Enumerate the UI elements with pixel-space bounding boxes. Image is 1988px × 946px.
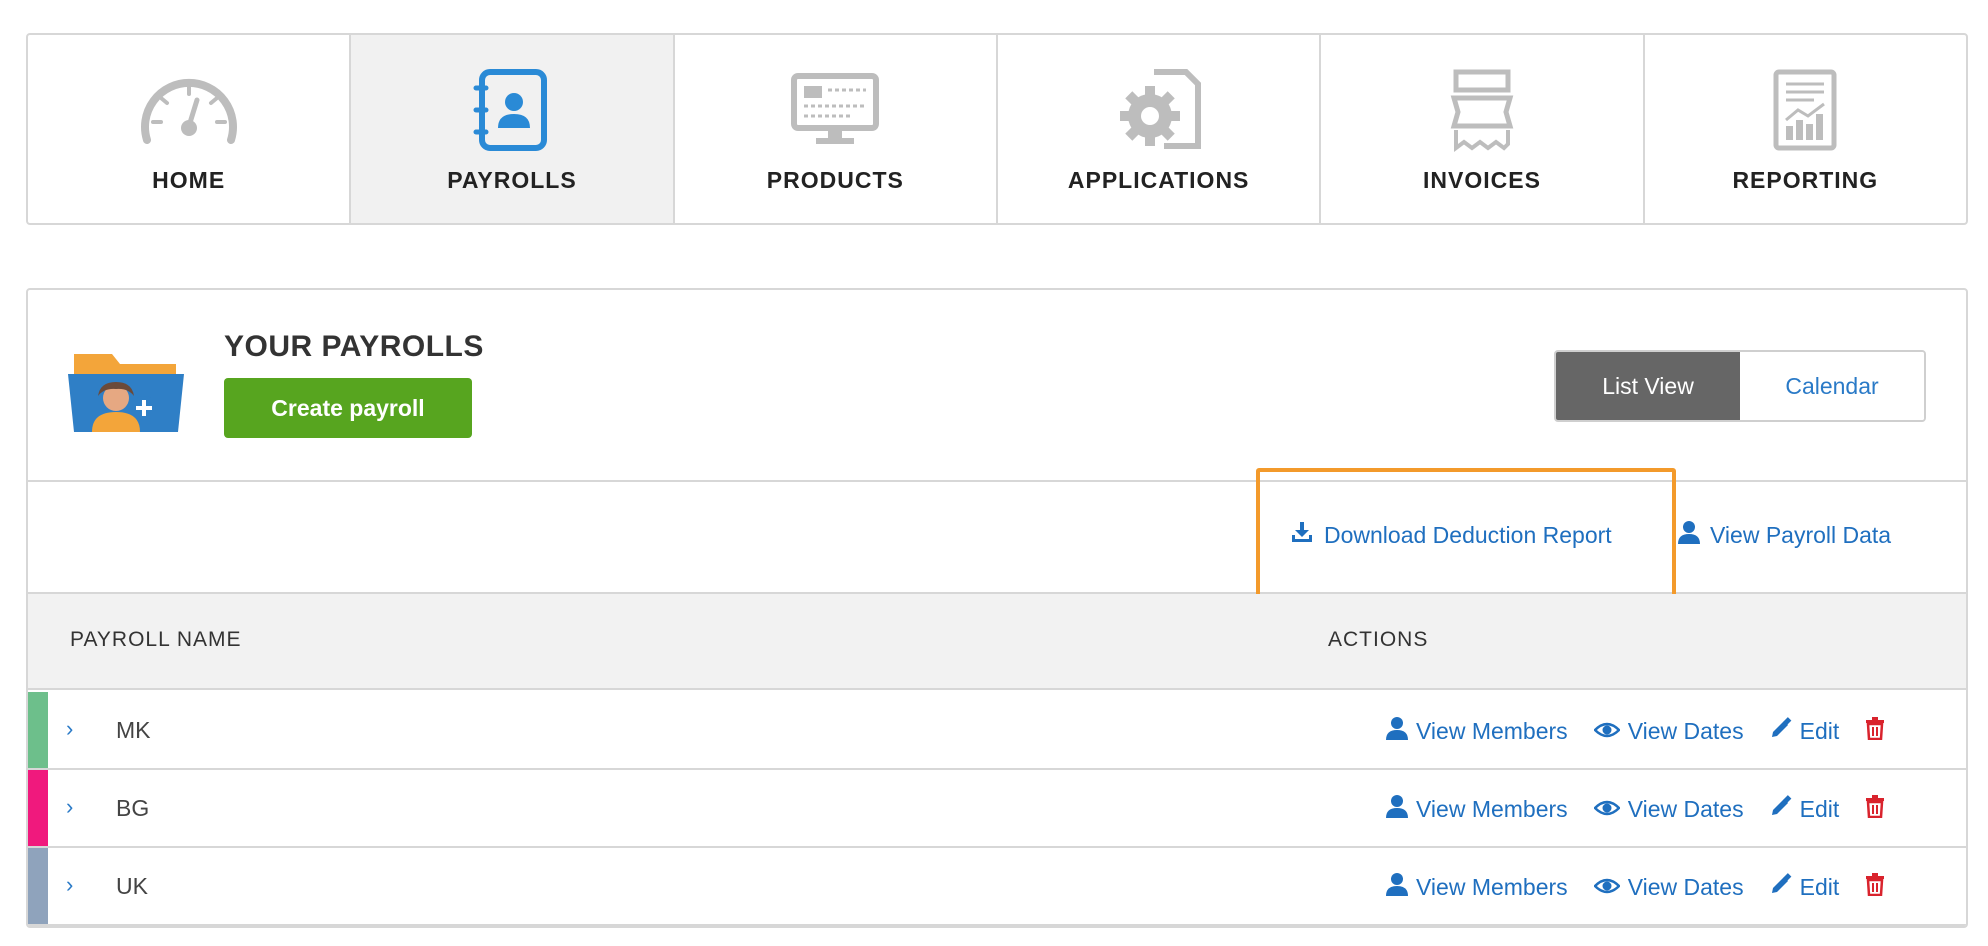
table-header: PAYROLL NAME ACTIONS	[28, 594, 1966, 690]
panel-header: YOUR PAYROLLS Create payroll List View C…	[28, 290, 1966, 482]
pencil-icon	[1770, 873, 1792, 901]
trash-icon	[1865, 794, 1885, 824]
view-dates-label: View Dates	[1627, 873, 1744, 900]
trash-icon	[1865, 872, 1885, 902]
pencil-icon	[1770, 717, 1792, 745]
contacts-book-icon	[457, 65, 567, 155]
payroll-name: BG	[116, 795, 150, 821]
folder-user-add-icon	[68, 348, 184, 438]
row-color-tag	[28, 848, 48, 924]
list-view-button[interactable]: List View	[1556, 352, 1740, 420]
nav-tile-applications[interactable]: APPLICATIONS	[998, 35, 1322, 223]
table-row: › MK View Members View Dates Edit	[28, 692, 1966, 770]
download-deduction-report-link[interactable]: Download Deduction Report	[1290, 520, 1612, 550]
nav-label-invoices: INVOICES	[1423, 167, 1541, 193]
row-actions: View Members View Dates Edit	[1386, 872, 1885, 902]
user-icon	[1386, 872, 1408, 902]
view-members-label: View Members	[1416, 717, 1568, 744]
main-nav: HOME PAYROLLS PRODUCTS APPLICATIONS INVO…	[26, 33, 1968, 225]
download-label: Download Deduction Report	[1324, 521, 1612, 548]
edit-link[interactable]: Edit	[1770, 873, 1840, 901]
view-members-link[interactable]: View Members	[1386, 872, 1568, 902]
nav-tile-reporting[interactable]: REPORTING	[1645, 35, 1966, 223]
edit-link[interactable]: Edit	[1770, 717, 1840, 745]
view-members-link[interactable]: View Members	[1386, 794, 1568, 824]
receipt-icon	[1427, 65, 1537, 155]
chevron-right-icon[interactable]: ›	[66, 872, 73, 898]
nav-tile-products[interactable]: PRODUCTS	[675, 35, 998, 223]
user-icon	[1678, 520, 1700, 550]
nav-tile-payrolls[interactable]: PAYROLLS	[351, 35, 675, 223]
monitor-icon	[780, 65, 890, 155]
chevron-right-icon[interactable]: ›	[66, 716, 73, 742]
eye-icon	[1592, 874, 1621, 901]
row-color-tag	[28, 692, 48, 768]
view-payroll-data-link[interactable]: View Payroll Data	[1678, 520, 1891, 550]
trash-icon	[1865, 716, 1885, 746]
row-actions: View Members View Dates Edit	[1386, 794, 1885, 824]
report-toolbar: Download Deduction Report View Payroll D…	[28, 468, 1966, 600]
edit-label: Edit	[1799, 717, 1840, 744]
nav-label-reporting: REPORTING	[1732, 167, 1879, 193]
delete-button[interactable]	[1865, 794, 1885, 824]
column-header-actions: ACTIONS	[1328, 628, 1429, 651]
view-members-label: View Members	[1416, 795, 1568, 822]
row-color-tag	[28, 770, 48, 846]
report-chart-icon	[1750, 65, 1860, 155]
user-icon	[1386, 716, 1408, 746]
nav-label-home: HOME	[152, 167, 226, 193]
nav-label-products: PRODUCTS	[766, 167, 904, 193]
delete-button[interactable]	[1865, 716, 1885, 746]
gear-document-icon	[1104, 65, 1214, 155]
payroll-name: MK	[116, 717, 151, 743]
column-header-payroll-name: PAYROLL NAME	[70, 628, 242, 651]
speedometer-icon	[134, 65, 244, 155]
edit-link[interactable]: Edit	[1770, 795, 1840, 823]
payroll-name: UK	[116, 873, 148, 899]
user-icon	[1386, 794, 1408, 824]
download-icon	[1290, 520, 1314, 550]
edit-label: Edit	[1799, 795, 1840, 822]
nav-tile-home[interactable]: HOME	[28, 35, 352, 223]
page-title: YOUR PAYROLLS	[224, 330, 484, 363]
nav-label-applications: APPLICATIONS	[1067, 167, 1250, 193]
row-actions: View Members View Dates Edit	[1386, 716, 1885, 746]
delete-button[interactable]	[1865, 872, 1885, 902]
table-row: › UK View Members View Dates Edit	[28, 848, 1966, 926]
table-row: › BG View Members View Dates Edit	[28, 770, 1966, 848]
chevron-right-icon[interactable]: ›	[66, 794, 73, 820]
eye-icon	[1592, 796, 1621, 823]
pencil-icon	[1770, 795, 1792, 823]
view-toggle: List View Calendar	[1554, 350, 1926, 422]
view-dates-label: View Dates	[1627, 795, 1744, 822]
view-dates-link[interactable]: View Dates	[1592, 873, 1744, 901]
view-dates-label: View Dates	[1627, 717, 1744, 744]
nav-tile-invoices[interactable]: INVOICES	[1321, 35, 1645, 223]
view-dates-link[interactable]: View Dates	[1592, 795, 1744, 823]
view-members-label: View Members	[1416, 873, 1568, 900]
edit-label: Edit	[1799, 873, 1840, 900]
create-payroll-button[interactable]: Create payroll	[224, 378, 472, 438]
nav-label-payrolls: PAYROLLS	[447, 167, 577, 193]
view-members-link[interactable]: View Members	[1386, 716, 1568, 746]
eye-icon	[1592, 718, 1621, 745]
view-dates-link[interactable]: View Dates	[1592, 717, 1744, 745]
calendar-view-button[interactable]: Calendar	[1740, 352, 1924, 420]
payrolls-panel: YOUR PAYROLLS Create payroll List View C…	[26, 288, 1968, 928]
view-payroll-data-label: View Payroll Data	[1710, 521, 1892, 548]
